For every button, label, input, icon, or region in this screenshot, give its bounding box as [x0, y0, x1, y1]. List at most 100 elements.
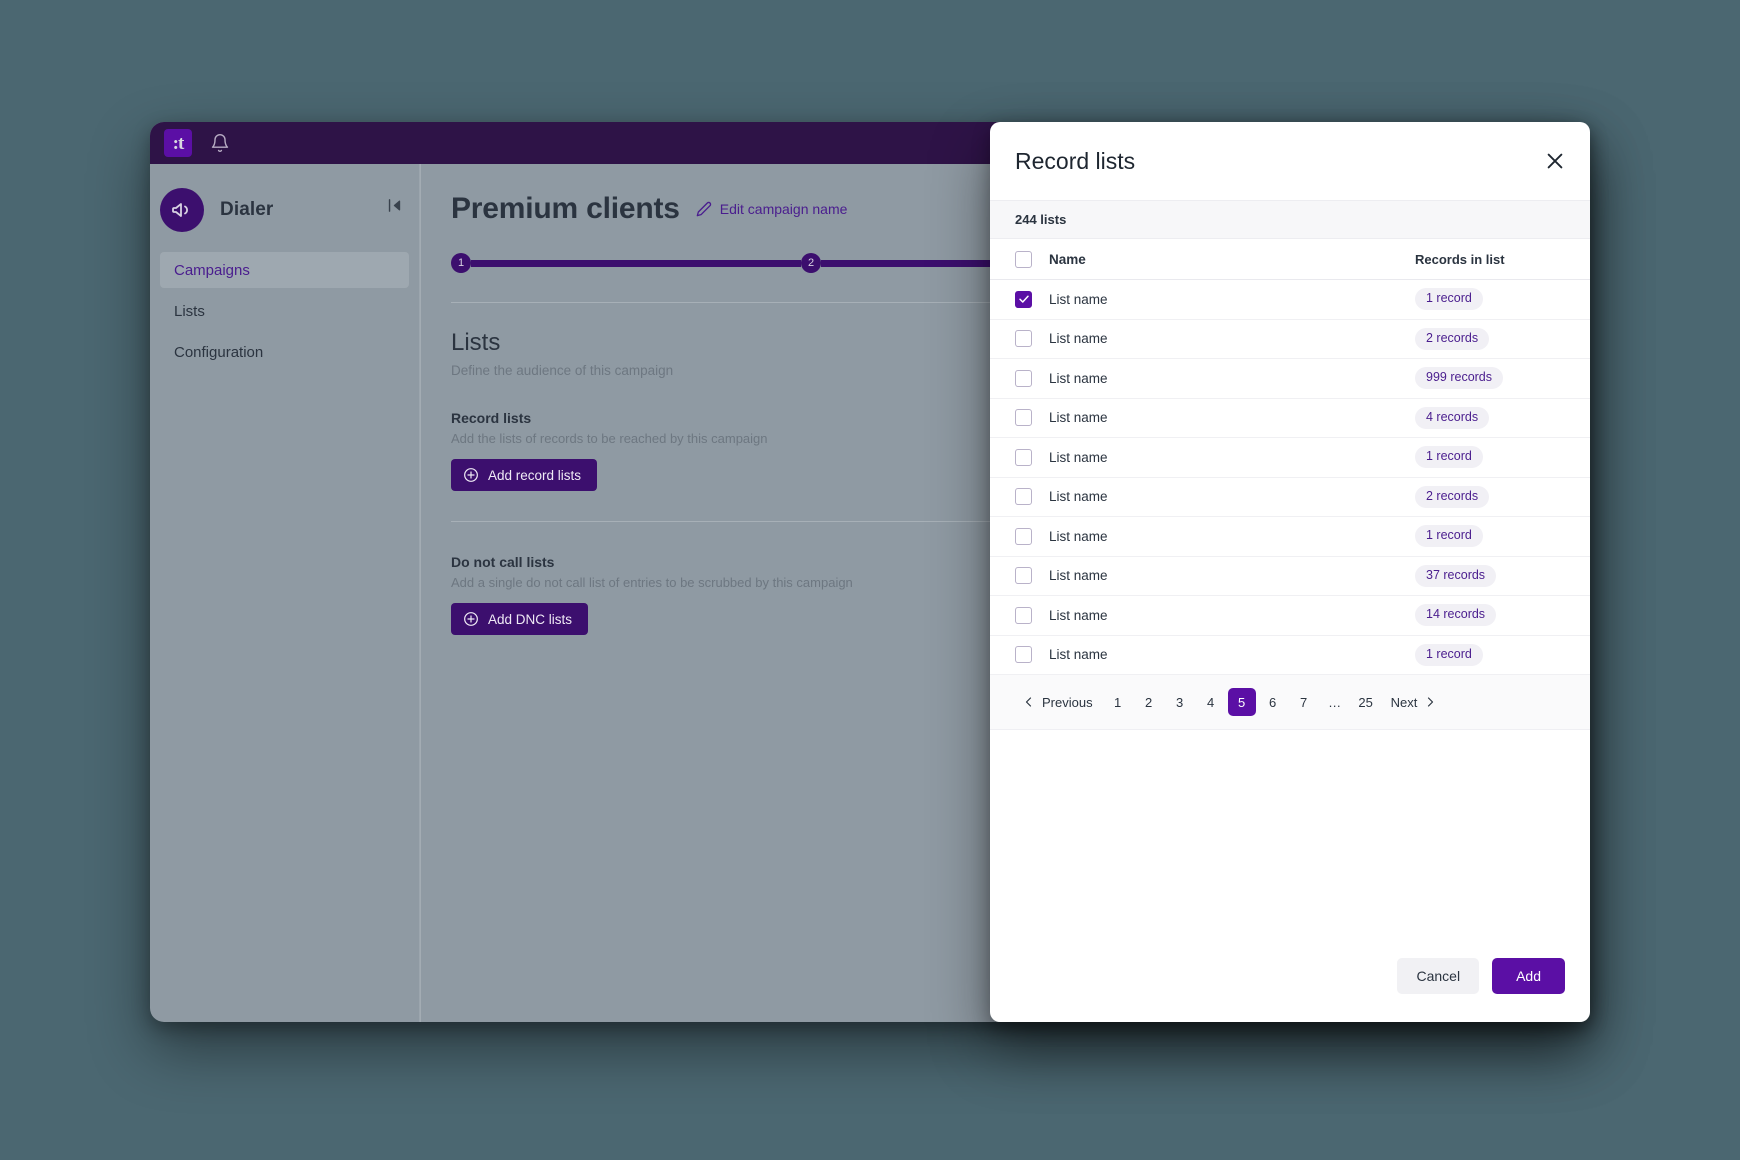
pagination: Previous 1 2 3 4 5 6 7 … 25 Next	[990, 675, 1590, 730]
records-badge: 1 record	[1415, 446, 1483, 469]
cancel-button[interactable]: Cancel	[1397, 958, 1480, 994]
add-record-lists-button[interactable]: Add record lists	[451, 459, 598, 491]
row-records-cell: 999 records	[1415, 367, 1565, 390]
pagination-previous-label: Previous	[1042, 694, 1093, 710]
table-row[interactable]: List name 999 records	[990, 359, 1590, 399]
row-records-cell: 1 record	[1415, 288, 1565, 311]
table-row[interactable]: List name 1 record	[990, 636, 1590, 675]
row-records-cell: 1 record	[1415, 525, 1565, 548]
row-records-cell: 1 record	[1415, 446, 1565, 469]
records-badge: 2 records	[1415, 485, 1490, 508]
pagination-page-2[interactable]: 2	[1135, 688, 1163, 716]
pagination-page-6[interactable]: 6	[1259, 688, 1287, 716]
table-header-row: Name Records in list	[990, 239, 1590, 280]
row-checkbox[interactable]	[1015, 409, 1032, 427]
sidebar-item-lists[interactable]: Lists	[160, 293, 409, 329]
record-lists-modal: Record lists 244 lists Name Records in l…	[990, 122, 1590, 1022]
row-checkbox[interactable]	[1015, 330, 1032, 348]
table-row[interactable]: List name 14 records	[990, 596, 1590, 636]
row-checkbox[interactable]	[1015, 488, 1032, 506]
close-icon[interactable]	[1544, 150, 1566, 172]
table-row[interactable]: List name 4 records	[990, 399, 1590, 438]
row-checkbox[interactable]	[1015, 606, 1032, 624]
plus-circle-icon	[464, 468, 478, 482]
notification-bell-icon[interactable]	[210, 133, 230, 153]
pagination-page-7[interactable]: 7	[1290, 688, 1318, 716]
row-checkbox[interactable]	[1015, 527, 1032, 545]
records-badge: 2 records	[1415, 327, 1490, 350]
records-badge: 999 records	[1415, 367, 1504, 390]
pagination-ellipsis: …	[1328, 694, 1342, 710]
chevron-right-icon	[1428, 697, 1434, 707]
add-record-lists-label: Add record lists	[488, 467, 582, 483]
records-badge: 1 record	[1415, 643, 1483, 666]
row-checkbox[interactable]	[1015, 290, 1032, 308]
add-dnc-lists-label: Add DNC lists	[488, 611, 573, 627]
sidebar-nav: Campaigns Lists Configuration	[150, 252, 419, 370]
row-name: List name	[1049, 607, 1108, 623]
column-header-name: Name	[1049, 251, 1086, 267]
pencil-icon	[696, 201, 711, 217]
row-records-cell: 4 records	[1415, 406, 1565, 429]
stepper-connector-1	[471, 259, 801, 267]
row-name: List name	[1049, 647, 1108, 663]
plus-circle-icon	[464, 612, 478, 626]
row-records-cell: 37 records	[1415, 564, 1565, 587]
row-records-cell: 1 record	[1415, 643, 1565, 666]
pagination-page-4[interactable]: 4	[1197, 688, 1225, 716]
pagination-page-1[interactable]: 1	[1104, 688, 1132, 716]
list-count-label: 244 lists	[990, 200, 1590, 239]
chevron-left-icon	[1025, 697, 1032, 707]
sidebar-title: Dialer	[220, 199, 274, 220]
record-lists-table: Name Records in list List name 1 record …	[990, 239, 1590, 675]
edit-campaign-name-label: Edit campaign name	[719, 201, 848, 217]
row-checkbox[interactable]	[1015, 369, 1032, 387]
records-badge: 1 record	[1415, 525, 1483, 548]
brand-logo-icon[interactable]: :t	[164, 129, 192, 157]
stepper-step-1[interactable]: 1	[451, 253, 471, 273]
row-name: List name	[1049, 528, 1108, 544]
pagination-next-button[interactable]: Next	[1383, 688, 1445, 716]
sidebar-item-label: Configuration	[174, 343, 264, 361]
row-checkbox[interactable]	[1015, 646, 1032, 664]
row-name: List name	[1049, 291, 1108, 307]
row-name: List name	[1049, 489, 1108, 505]
edit-campaign-name-button[interactable]: Edit campaign name	[696, 201, 848, 217]
sidebar-item-campaigns[interactable]: Campaigns	[160, 252, 409, 288]
row-records-cell: 2 records	[1415, 485, 1565, 508]
modal-footer: Cancel Add	[990, 930, 1590, 1022]
pagination-page-5-current[interactable]: 5	[1227, 688, 1256, 716]
row-name: List name	[1049, 410, 1108, 426]
stepper-step-2[interactable]: 2	[801, 253, 821, 273]
row-name: List name	[1049, 449, 1108, 465]
table-row[interactable]: List name 1 record	[990, 438, 1590, 478]
pagination-previous-button[interactable]: Previous	[1015, 688, 1101, 716]
pagination-next-label: Next	[1390, 694, 1418, 710]
table-row[interactable]: List name 2 records	[990, 320, 1590, 359]
modal-body-spacer	[990, 730, 1590, 930]
pagination-page-3[interactable]: 3	[1166, 688, 1194, 716]
modal-header: Record lists	[990, 122, 1590, 200]
table-row[interactable]: List name 37 records	[990, 557, 1590, 596]
records-badge: 4 records	[1415, 406, 1490, 429]
megaphone-icon	[160, 188, 204, 232]
sidebar: Dialer Campaigns Lists Configuration	[150, 164, 420, 1022]
collapse-sidebar-icon[interactable]	[377, 188, 411, 222]
row-checkbox[interactable]	[1015, 448, 1032, 466]
table-row[interactable]: List name 1 record	[990, 280, 1590, 320]
select-all-checkbox[interactable]	[1015, 250, 1032, 268]
sidebar-item-configuration[interactable]: Configuration	[160, 334, 409, 370]
add-dnc-lists-button[interactable]: Add DNC lists	[451, 603, 589, 635]
row-records-cell: 14 records	[1415, 604, 1565, 627]
row-checkbox[interactable]	[1015, 567, 1032, 585]
row-name: List name	[1049, 331, 1108, 347]
modal-title: Record lists	[1015, 147, 1136, 174]
table-row[interactable]: List name 2 records	[990, 478, 1590, 517]
row-name: List name	[1049, 370, 1108, 386]
add-button[interactable]: Add	[1492, 958, 1565, 994]
table-row[interactable]: List name 1 record	[990, 517, 1590, 557]
sidebar-item-label: Lists	[174, 302, 205, 320]
brand-logo-text: :t	[172, 132, 185, 154]
records-badge: 14 records	[1415, 604, 1497, 627]
pagination-page-25[interactable]: 25	[1352, 688, 1380, 716]
